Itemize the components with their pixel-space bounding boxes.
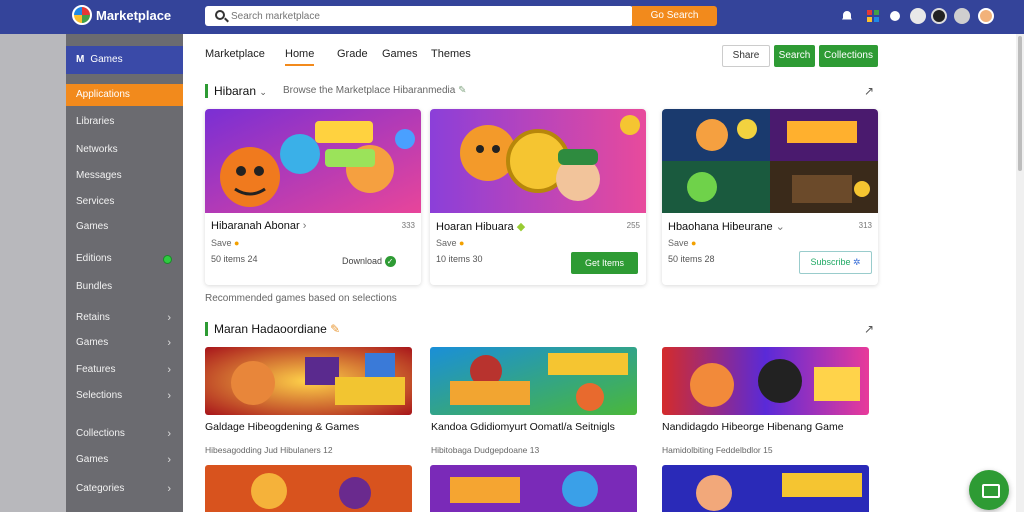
section-link-icon-2[interactable]: ↗ [864,322,874,336]
profile-icon[interactable] [910,8,926,24]
sidebar-gutter [0,34,66,512]
sidebar-item-services[interactable]: Services [66,191,183,213]
tab-marketplace[interactable]: Marketplace [205,48,265,60]
user-avatar[interactable] [978,8,994,24]
sidebar-item-games-3[interactable]: Games › [66,449,183,471]
game-title[interactable]: Kandoa Gdidiomyurt Oomatl/a Seitnigls [431,421,615,433]
search-icon [215,10,225,20]
recommendation-note: Recommended games based on selections [205,293,397,304]
chevron-right-icon: › [167,454,171,466]
brand-name[interactable]: Marketplace [96,8,171,23]
online-status-icon [163,255,172,264]
game-subtitle: Hibesagodding Jud Hibulaners 12 [205,445,333,455]
game-banner[interactable] [430,465,637,512]
card-meta: 50 items 24 [211,254,258,264]
sidebar: M Games Applications Libraries Networks M… [66,34,183,512]
share-button[interactable]: Share [722,45,770,67]
check-icon: ✓ [384,256,396,267]
sidebar-item-networks[interactable]: Networks [66,139,183,161]
notification-icon[interactable] [840,9,854,23]
tab-home[interactable]: Home [285,48,315,66]
settings-icon[interactable] [954,8,970,24]
search-input[interactable] [231,9,621,23]
sidebar-item-features[interactable]: Features › [66,359,183,381]
game-title[interactable]: Nandidagdo Hibeorge Hibenang Game [662,421,844,433]
card-version: 333 [401,221,415,230]
search-bar [205,6,633,26]
tab-themes[interactable]: Themes [431,48,471,60]
sidebar-item-collections[interactable]: Collections › [66,423,183,445]
product-card[interactable]: Hibaranah Abonar › 333 Save ● 50 items 2… [205,109,421,285]
game-art-image [430,109,646,213]
card-title: Hibaranah Abonar › [211,220,307,232]
game-title[interactable]: Galdage Hibeogdening & Games [205,421,359,433]
chevron-right-icon: › [167,483,171,495]
tab-games[interactable]: Games [382,48,417,60]
section-subtitle: Browse the Marketplace Hibaranmedia ✎ [283,85,467,96]
sidebar-item-categories[interactable]: Categories › [66,478,183,500]
edit-icon: ✎ [330,322,341,336]
download-link[interactable]: Download ✓ [342,256,396,267]
section-title: Hibaran ⌄ [205,84,267,98]
game-art-image [662,109,878,213]
game-banner[interactable] [662,347,869,415]
subscribe-button[interactable]: Subscribe ✲ [799,251,872,274]
apps-icon[interactable] [866,9,880,23]
chat-icon[interactable] [888,9,902,23]
chevron-right-icon: › [167,390,171,402]
search-primary-button[interactable]: Search [774,45,815,67]
collections-button[interactable]: Collections [819,45,878,67]
game-banner[interactable] [205,465,412,512]
tab-grade[interactable]: Grade [337,48,368,60]
sidebar-item-retains[interactable]: Retains › [66,307,183,329]
sidebar-item-selections[interactable]: Selections › [66,385,183,407]
user-avatar-dark[interactable] [931,8,947,24]
sidebar-header-label: Games [90,54,123,65]
card-meta: 10 items 30 [436,254,483,264]
star-icon: ✲ [853,257,861,267]
sidebar-item-applications[interactable]: Applications [66,84,183,106]
chevron-right-icon: › [167,312,171,324]
section-title-2: Maran Hadaoordiane ✎ [205,322,340,336]
sidebar-item-messages[interactable]: Messages [66,165,183,187]
games-logo-icon: M [76,54,85,65]
product-card[interactable]: Hoaran Hibuara ◆ 255 Save ● 10 items 30 … [430,109,646,285]
sidebar-item-games-2[interactable]: Games › [66,332,183,354]
card-rating: Save ● [668,238,697,248]
game-subtitle: Hamidolbiting Feddelbdlor 15 [662,445,773,455]
sidebar-item-editions[interactable]: Editions [66,248,183,270]
get-items-button[interactable]: Get Items [571,252,638,274]
card-title: Hbaohana Hibeurane ⌄ [668,221,785,233]
game-subtitle: Hibitobaga Dudgepdoane 13 [431,445,540,455]
chat-fab-button[interactable] [969,470,1009,510]
sidebar-item-libraries[interactable]: Libraries [66,111,183,133]
sidebar-item-bundles[interactable]: Bundles [66,276,183,298]
game-banner[interactable] [430,347,637,415]
card-meta: 50 items 28 [668,254,715,264]
chevron-right-icon: › [167,337,171,349]
chevron-right-icon: › [167,428,171,440]
card-version: 313 [858,221,872,230]
card-rating: Save ● [436,238,465,248]
search-button[interactable]: Go Search [632,6,717,26]
scrollbar-thumb[interactable] [1018,36,1022,171]
product-card[interactable]: Hbaohana Hibeurane ⌄ 313 Save ● 50 items… [662,109,878,285]
game-art-image [205,109,421,213]
sidebar-item-games[interactable]: Games [66,216,183,238]
game-banner[interactable] [662,465,869,512]
chevron-right-icon: › [167,364,171,376]
card-rating: Save ● [211,238,240,248]
section-link-icon[interactable]: ↗ [864,84,874,98]
game-banner[interactable] [205,347,412,415]
sidebar-header[interactable]: M Games [66,46,183,74]
card-title: Hoaran Hibuara ◆ [436,221,526,233]
edit-icon: ✎ [458,85,467,96]
card-version: 255 [626,221,640,230]
marketplace-logo[interactable] [72,5,92,25]
